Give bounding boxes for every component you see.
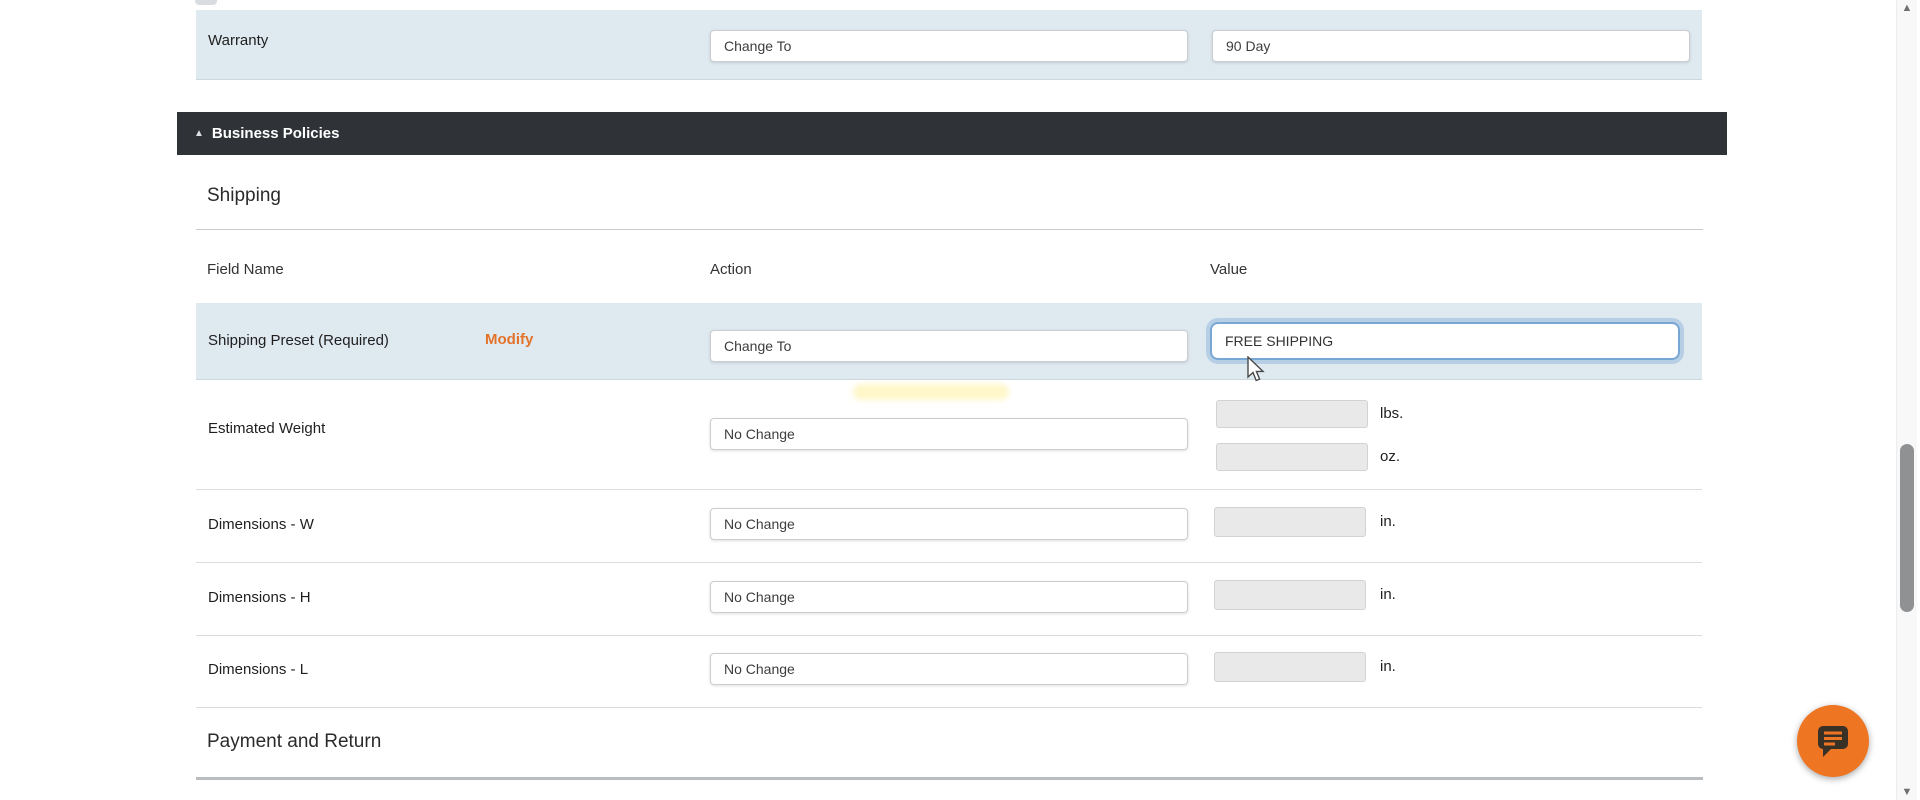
business-policies-title: Business Policies	[211, 125, 340, 142]
dimensions-w-action-select[interactable]: No Change	[710, 508, 1188, 540]
scroll-up-icon[interactable]: ▲	[1899, 3, 1915, 14]
shipping-preset-value-input[interactable]	[1210, 322, 1680, 360]
unit-in-label: in.	[1380, 658, 1396, 675]
collapse-triangle-icon: ▲	[194, 128, 204, 139]
scrollbar-track[interactable]	[1896, 0, 1917, 800]
shipping-preset-row: Shipping Preset (Required) Modify Change…	[196, 303, 1702, 380]
shipping-preset-action-select[interactable]: Change To	[710, 330, 1188, 362]
dimensions-w-label: Dimensions - W	[208, 516, 314, 533]
dimensions-w-input	[1214, 507, 1366, 537]
weight-lbs-input	[1216, 400, 1368, 428]
estimated-weight-label: Estimated Weight	[208, 420, 326, 437]
warranty-label: Warranty	[208, 32, 269, 49]
chat-launcher-button[interactable]	[1797, 705, 1869, 777]
mouse-cursor-icon	[1247, 356, 1265, 382]
warranty-action-select[interactable]: Change To	[710, 30, 1188, 62]
unit-in-label: in.	[1380, 586, 1396, 603]
warranty-row: Warranty Change To 90 Day	[196, 10, 1702, 80]
unit-in-label: in.	[1380, 513, 1396, 530]
unit-oz-label: oz.	[1380, 448, 1401, 465]
unit-lbs-label: lbs.	[1380, 405, 1404, 422]
dimensions-l-input	[1214, 652, 1366, 682]
business-policies-section-header[interactable]: ▲ Business Policies	[177, 112, 1727, 155]
divider	[196, 229, 1703, 230]
dimensions-h-row: Dimensions - H No Change in.	[196, 563, 1702, 636]
scroll-down-icon[interactable]: ▼	[1899, 787, 1915, 798]
column-header-value: Value	[1210, 261, 1248, 278]
column-header-field-name: Field Name	[207, 261, 284, 278]
dimensions-h-action-select[interactable]: No Change	[710, 581, 1188, 613]
warranty-value-select[interactable]: 90 Day	[1212, 30, 1690, 62]
weight-oz-input	[1216, 443, 1368, 471]
dimensions-l-row: Dimensions - L No Change in.	[196, 636, 1702, 708]
payment-section-title: Payment and Return	[207, 731, 382, 752]
scrollbar-thumb[interactable]	[1900, 444, 1914, 612]
shipping-section-title: Shipping	[207, 185, 281, 206]
estimated-weight-row: Estimated Weight No Change lbs. oz.	[196, 380, 1702, 490]
dimensions-h-label: Dimensions - H	[208, 589, 311, 606]
cutoff-element-remnant	[195, 0, 217, 5]
chat-bubble-icon	[1818, 726, 1848, 757]
section-bottom-divider	[196, 777, 1703, 780]
modify-link[interactable]: Modify	[485, 331, 533, 348]
estimated-weight-action-select[interactable]: No Change	[710, 418, 1188, 450]
dimensions-l-action-select[interactable]: No Change	[710, 653, 1188, 685]
shipping-preset-label: Shipping Preset (Required)	[208, 332, 389, 349]
bulk-edit-page: Warranty Change To 90 Day ▲ Business Pol…	[0, 0, 1920, 800]
dimensions-w-row: Dimensions - W No Change in.	[196, 490, 1702, 563]
dimensions-l-label: Dimensions - L	[208, 661, 309, 678]
column-header-action: Action	[710, 261, 752, 278]
dimensions-h-input	[1214, 580, 1366, 610]
